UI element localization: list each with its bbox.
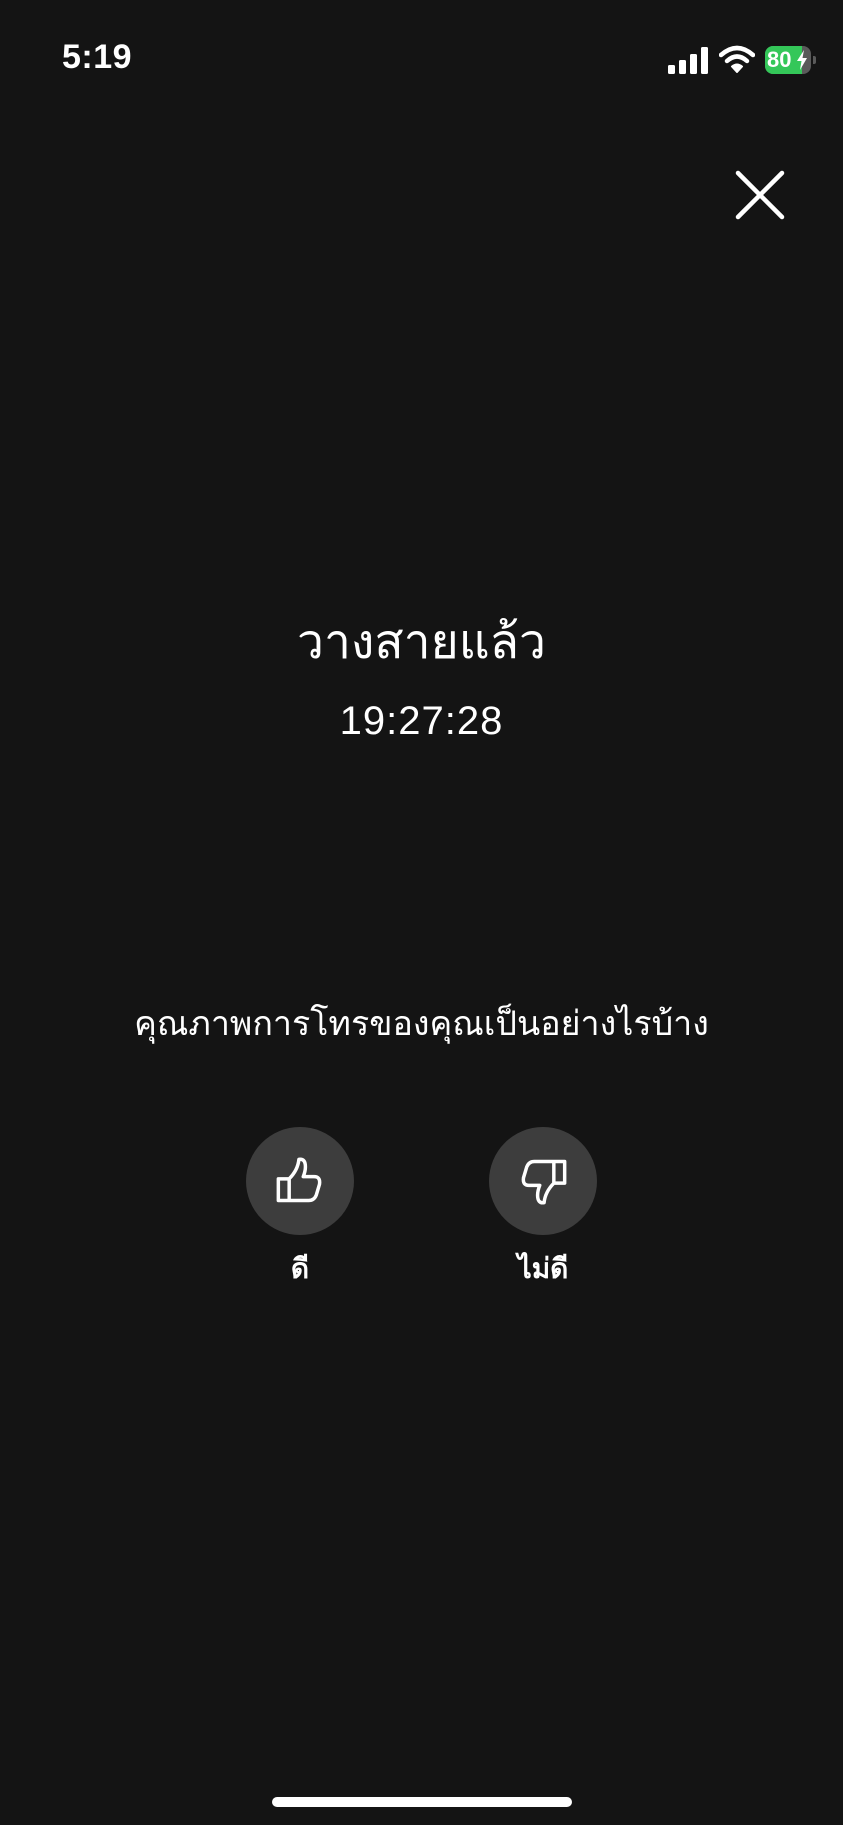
battery-icon: 80 (765, 46, 817, 74)
rate-good-button[interactable]: ดี (220, 1127, 380, 1289)
battery-level: 80 (767, 47, 792, 72)
thumbs-up-icon (276, 1157, 322, 1203)
call-time: 19:27:28 (339, 699, 504, 743)
thumbs-down-icon (521, 1159, 567, 1205)
call-ended-title: วางสายแล้ว (296, 614, 547, 670)
call-status: วางสายแล้ว 19:27:28 (0, 610, 843, 746)
charging-bolt-icon (797, 50, 807, 70)
home-indicator[interactable] (272, 1797, 572, 1807)
signal-icon (668, 47, 708, 74)
rate-good-circle[interactable] (246, 1127, 354, 1235)
rate-bad-circle[interactable] (489, 1127, 597, 1235)
battery-cap (813, 56, 816, 64)
status-time: 5:19 (62, 38, 133, 76)
rate-good-label: ดี (290, 1252, 310, 1285)
close-button[interactable] (730, 165, 790, 225)
status-bar: 5:19 80 (0, 0, 843, 110)
wifi-icon (719, 45, 755, 73)
rate-bad-label: ไม่ดี (517, 1252, 569, 1285)
call-quality-question: คุณภาพการโทรของคุณเป็นอย่างไรบ้าง (134, 1004, 709, 1044)
rate-bad-button[interactable]: ไม่ดี (463, 1127, 623, 1289)
battery-body: 80 (765, 46, 811, 74)
close-icon (735, 170, 785, 220)
